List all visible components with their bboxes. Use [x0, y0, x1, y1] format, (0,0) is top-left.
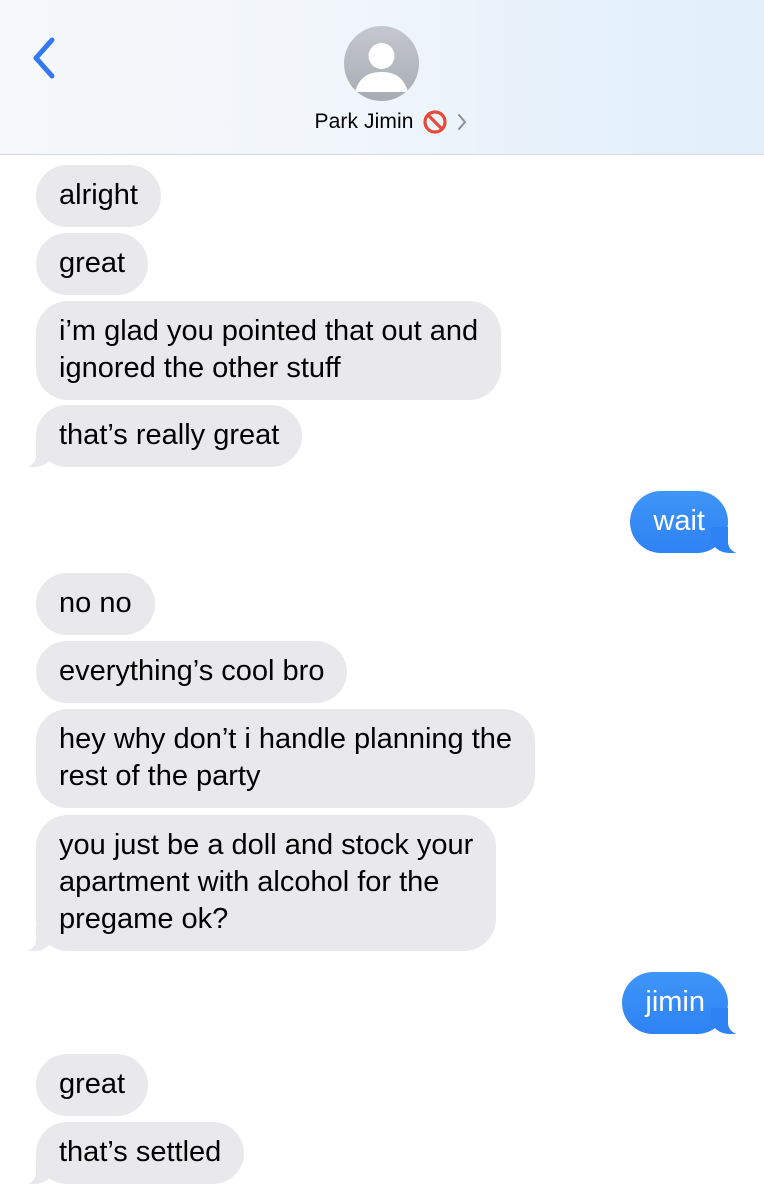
- message-text-line: pregame ok?: [59, 903, 229, 935]
- message-text-line: ignored the other stuff: [59, 352, 341, 384]
- contact-avatar[interactable]: [344, 26, 419, 101]
- incoming-message-bubble[interactable]: that’s settled: [9, 1122, 245, 1185]
- message-text-line: rest of the party: [59, 760, 261, 792]
- incoming-message-bubble[interactable]: that’s really great: [9, 405, 303, 468]
- outgoing-message-bubble[interactable]: wait: [630, 491, 754, 554]
- incoming-message-bubble[interactable]: hey why don’t i handle planning the rest…: [36, 709, 536, 808]
- outgoing-message-bubble[interactable]: jimin: [622, 972, 754, 1035]
- message-thread[interactable]: alright great i’m glad you pointed that …: [0, 155, 764, 1200]
- chevron-right-icon: [456, 112, 468, 132]
- incoming-message-bubble[interactable]: alright: [36, 165, 161, 227]
- message-text: that’s settled: [59, 1136, 222, 1168]
- prohibited-emoji-icon: [422, 109, 448, 135]
- conversation-header: Park Jimin: [0, 0, 764, 155]
- message-text: great: [59, 247, 126, 279]
- contact-name-row[interactable]: Park Jimin: [0, 106, 764, 138]
- message-text: jimin: [645, 986, 705, 1018]
- back-button[interactable]: [28, 36, 62, 80]
- message-text: everything’s cool bro: [59, 655, 325, 687]
- message-text-line: i’m glad you pointed that out and: [59, 315, 479, 347]
- incoming-message-bubble[interactable]: you just be a doll and stock your apartm…: [9, 815, 497, 952]
- chevron-left-icon: [33, 37, 55, 79]
- message-text-line: hey why don’t i handle planning the: [59, 723, 513, 755]
- incoming-message-bubble[interactable]: great: [36, 233, 149, 295]
- message-text-line: you just be a doll and stock your: [59, 829, 474, 861]
- incoming-message-bubble[interactable]: everything’s cool bro: [36, 641, 348, 703]
- contact-name: Park Jimin: [314, 110, 414, 133]
- message-text: great: [59, 1068, 126, 1100]
- incoming-message-bubble[interactable]: i’m glad you pointed that out and ignore…: [36, 301, 502, 400]
- incoming-message-bubble[interactable]: no no: [36, 573, 155, 635]
- message-text-line: apartment with alcohol for the: [59, 866, 440, 898]
- message-text: no no: [59, 587, 132, 619]
- message-text: alright: [59, 179, 138, 211]
- message-text: that’s really great: [59, 419, 280, 451]
- person-silhouette-icon: [355, 43, 408, 92]
- message-text: wait: [653, 505, 705, 537]
- incoming-message-bubble[interactable]: great: [36, 1054, 149, 1116]
